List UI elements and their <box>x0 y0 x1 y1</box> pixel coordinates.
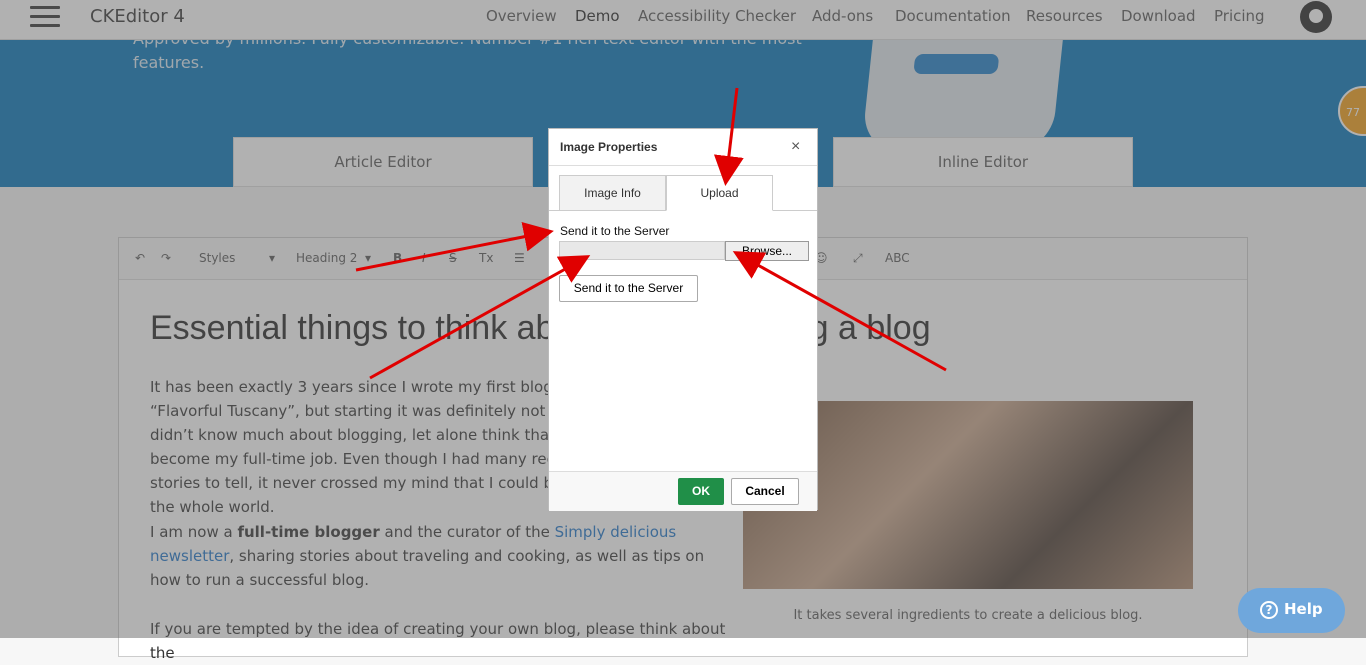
annotation-arrows <box>355 87 947 380</box>
arrow-to-upload-label <box>355 221 554 272</box>
arrow-to-upload-tab <box>713 87 744 186</box>
arrow-to-browse-button <box>732 251 947 372</box>
arrow-to-file-input <box>369 255 591 380</box>
